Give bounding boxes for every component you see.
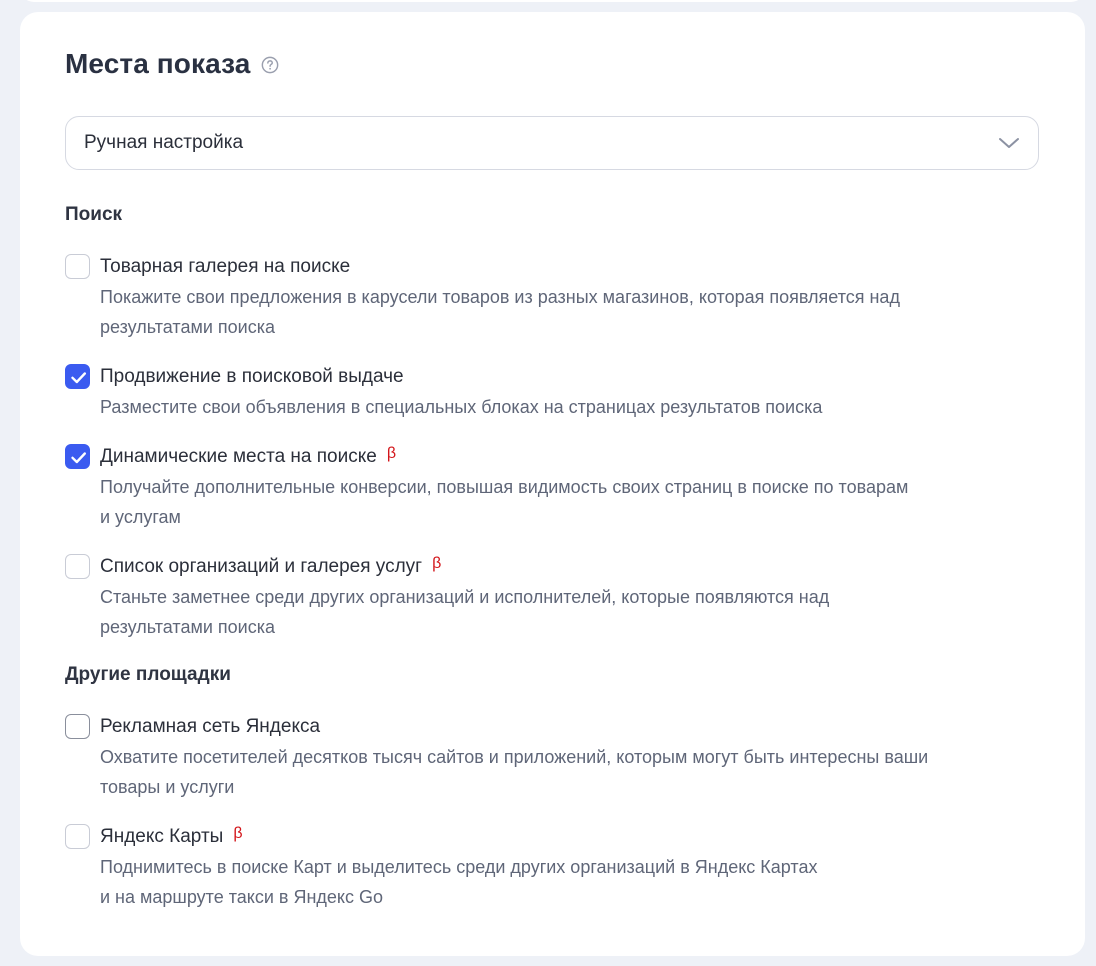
option-title: Список организаций и галерея услуг (100, 556, 423, 577)
beta-badge: β (386, 445, 397, 462)
question-circle-icon[interactable] (261, 56, 279, 74)
option-description: Поднимитесь в поиске Карт и выделитесь с… (100, 852, 1045, 912)
section-title-other: Другие площадки (65, 664, 231, 685)
option-description: Разместите свои объявления в специальных… (100, 392, 1045, 422)
checkmark-icon (71, 452, 86, 464)
option-title: Яндекс Карты (100, 826, 224, 847)
desc-line: результатами поиска (100, 617, 275, 637)
option-description: Охватите посетителей десятков тысяч сайт… (100, 742, 1045, 802)
desc-line: Станьте заметнее среди других организаци… (100, 587, 830, 607)
checkbox-yandex-maps[interactable] (65, 824, 90, 849)
option-description: Станьте заметнее среди других организаци… (100, 582, 1045, 642)
desc-line: и услугам (100, 507, 181, 527)
section-title-search: Поиск (65, 204, 123, 225)
placements-card: Места показа Ручная настройка Поиск Това… (20, 12, 1085, 956)
desc-line: Охватите посетителей десятков тысяч сайт… (100, 747, 929, 767)
title-row: Места показа (65, 48, 279, 80)
option-title: Товарная галерея на поиске (100, 256, 351, 277)
desc-line: Разместите свои объявления в специальных… (100, 397, 823, 417)
beta-badge: β (233, 825, 243, 842)
checkbox-search-promotion[interactable] (65, 364, 90, 389)
beta-badge: β (432, 555, 442, 572)
checkbox-dynamic-places[interactable] (65, 444, 90, 469)
placement-mode-select[interactable]: Ручная настройка (65, 116, 1039, 170)
desc-line: и на маршруте такси в Яндекс Go (100, 887, 383, 907)
option-description: Покажите свои предложения в карусели тов… (100, 282, 1045, 342)
checkbox-yandex-ad-network[interactable] (65, 714, 90, 739)
option-title: Рекламная сеть Яндекса (100, 716, 321, 737)
desc-line: Поднимитесь в поиске Карт и выделитесь с… (100, 857, 818, 877)
checkbox-organizations-list[interactable] (65, 554, 90, 579)
desc-line: Получайте дополнительные конверсии, повы… (100, 477, 909, 497)
desc-line: результатами поиска (100, 317, 275, 337)
desc-line: товары и услуги (100, 777, 235, 797)
chevron-down-icon (999, 138, 1019, 148)
desc-line: Покажите свои предложения в карусели тов… (100, 287, 900, 307)
option-title: Динамические места на поиске (100, 446, 377, 467)
page-title: Места показа (65, 48, 251, 79)
option-description: Получайте дополнительные конверсии, повы… (100, 472, 1045, 532)
select-value: Ручная настройка (84, 132, 244, 153)
previous-card-edge (20, 0, 1085, 2)
option-title: Продвижение в поисковой выдаче (100, 366, 404, 387)
checkbox-product-gallery[interactable] (65, 254, 90, 279)
checkmark-icon (71, 372, 86, 384)
